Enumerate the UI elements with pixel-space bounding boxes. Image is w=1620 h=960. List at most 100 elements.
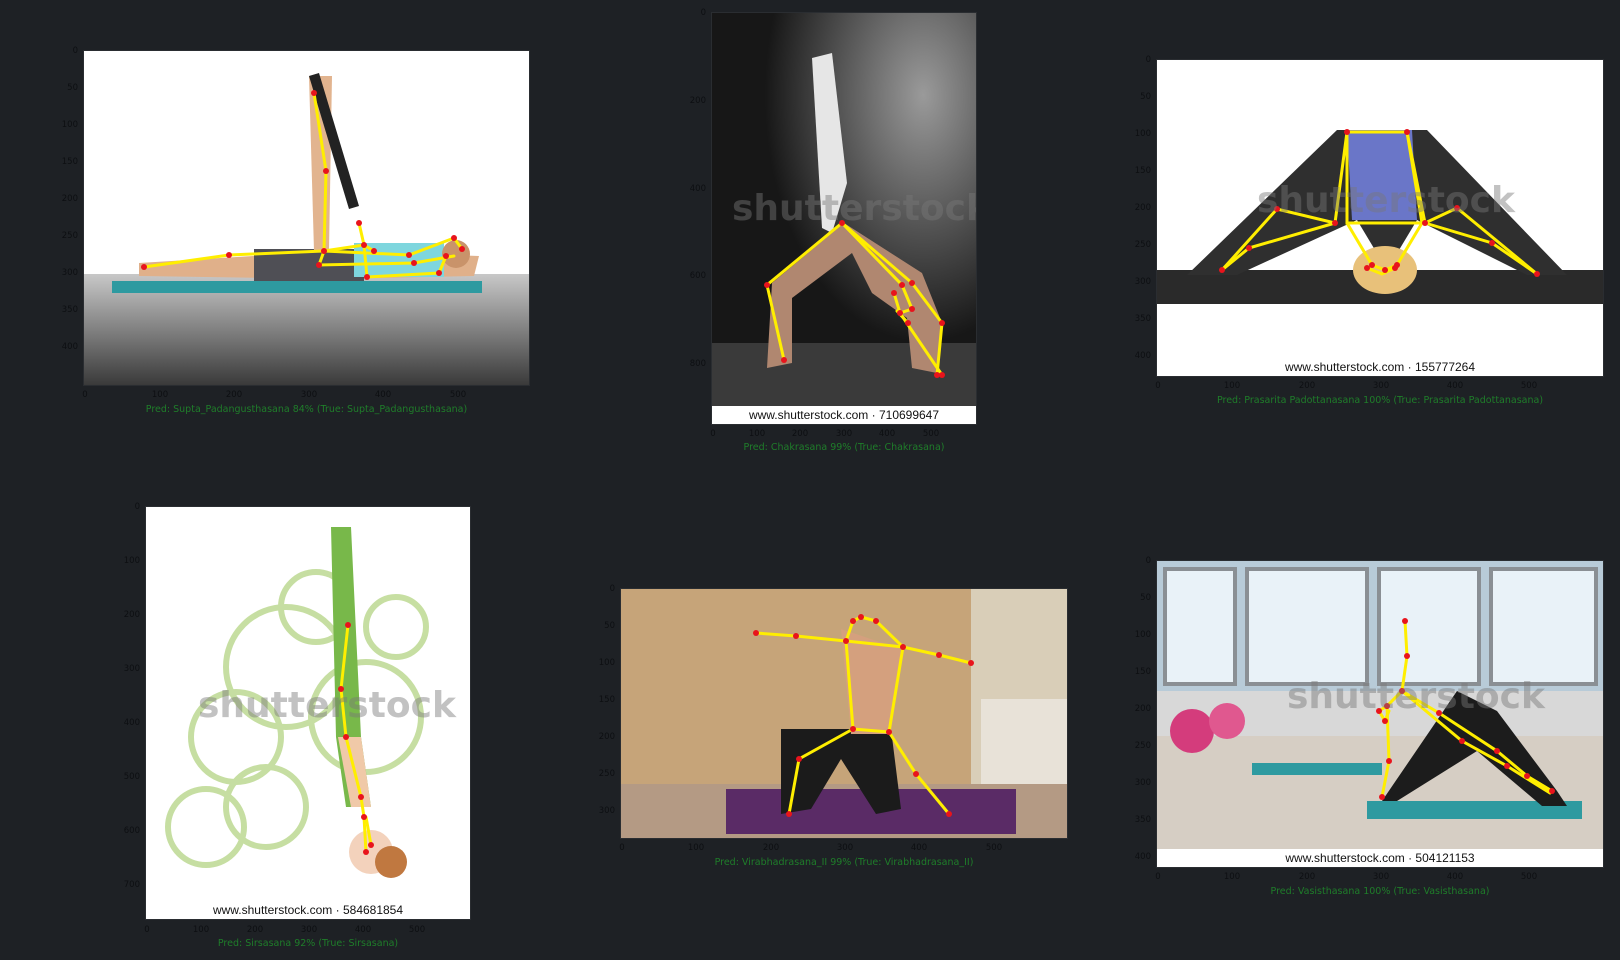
y-tick: 800 <box>689 359 706 369</box>
y-tick: 100 <box>61 120 78 130</box>
x-tick: 500 <box>1520 872 1538 882</box>
pose-skeleton-4 <box>165 527 429 878</box>
pose-image-5 <box>620 588 1068 839</box>
y-tick: 250 <box>598 769 615 779</box>
x-tick: 200 <box>1298 381 1316 391</box>
pose-skeleton-1 <box>84 73 529 385</box>
prediction-caption: Pred: Vasisthasana 100% (True: Vasisthas… <box>1270 886 1490 897</box>
y-tick: 200 <box>1134 203 1151 213</box>
y-tick: 400 <box>61 342 78 352</box>
y-tick: 200 <box>689 96 706 106</box>
x-tick: 200 <box>791 429 809 439</box>
stock-url: www.shutterstock.com · 710699647 <box>712 406 976 424</box>
x-tick: 0 <box>1155 872 1161 882</box>
x-tick: 100 <box>192 925 210 935</box>
x-tick: 500 <box>1520 381 1538 391</box>
y-tick: 300 <box>123 664 140 674</box>
y-tick: 150 <box>61 157 78 167</box>
x-tick: 300 <box>300 925 318 935</box>
x-tick: 300 <box>836 843 854 853</box>
y-tick: 0 <box>1145 556 1151 566</box>
x-tick: 300 <box>300 390 318 400</box>
pose-skeleton-3 <box>1157 129 1603 304</box>
stock-url: www.shutterstock.com · 504121153 <box>1157 849 1603 867</box>
y-tick: 350 <box>61 305 78 315</box>
y-tick: 700 <box>123 880 140 890</box>
y-tick: 0 <box>700 8 706 18</box>
y-tick: 100 <box>1134 630 1151 640</box>
y-tick: 0 <box>134 502 140 512</box>
x-tick: 0 <box>1155 381 1161 391</box>
y-tick: 150 <box>598 695 615 705</box>
y-tick: 0 <box>609 584 615 594</box>
pose-skeleton-5 <box>621 589 1067 838</box>
y-tick: 50 <box>1140 92 1151 102</box>
pose-image-1 <box>83 50 530 386</box>
y-tick: 400 <box>1134 852 1151 862</box>
pose-image-3: shutterstock www.shutterstock.com · 1557… <box>1156 59 1604 377</box>
y-tick: 300 <box>598 806 615 816</box>
x-tick: 500 <box>985 843 1003 853</box>
x-tick: 300 <box>835 429 853 439</box>
pose-image-6: shutterstock www.shutterstock.com · 5041… <box>1156 560 1604 868</box>
x-tick: 500 <box>449 390 467 400</box>
y-tick: 350 <box>1134 314 1151 324</box>
y-tick: 600 <box>123 826 140 836</box>
x-tick: 0 <box>144 925 150 935</box>
y-tick: 200 <box>598 732 615 742</box>
x-tick: 400 <box>878 429 896 439</box>
prediction-caption: Pred: Prasarita Padottanasana 100% (True… <box>1216 395 1544 406</box>
x-tick: 500 <box>408 925 426 935</box>
y-tick: 500 <box>123 772 140 782</box>
y-tick: 350 <box>1134 815 1151 825</box>
y-tick: 100 <box>1134 129 1151 139</box>
y-tick: 100 <box>123 556 140 566</box>
x-tick: 200 <box>762 843 780 853</box>
x-tick: 500 <box>922 429 940 439</box>
y-tick: 150 <box>1134 667 1151 677</box>
pose-image-4: shutterstock www.shutterstock.com · 5846… <box>145 506 471 920</box>
pose-skeleton-6 <box>1157 561 1603 851</box>
x-tick: 200 <box>1298 872 1316 882</box>
y-tick: 300 <box>1134 277 1151 287</box>
pose-skeleton-2 <box>712 13 976 424</box>
y-tick: 200 <box>1134 704 1151 714</box>
x-tick: 100 <box>687 843 705 853</box>
y-tick: 250 <box>1134 741 1151 751</box>
x-tick: 0 <box>619 843 625 853</box>
y-tick: 50 <box>67 83 78 93</box>
x-tick: 200 <box>246 925 264 935</box>
y-tick: 150 <box>1134 166 1151 176</box>
y-tick: 50 <box>604 621 615 631</box>
y-tick: 300 <box>61 268 78 278</box>
x-tick: 300 <box>1372 381 1390 391</box>
x-tick: 100 <box>1223 381 1241 391</box>
prediction-caption: Pred: Virabhadrasana_II 99% (True: Virab… <box>714 857 974 868</box>
prediction-caption: Pred: Sirsasana 92% (True: Sirsasana) <box>217 938 399 949</box>
x-tick: 400 <box>910 843 928 853</box>
x-tick: 300 <box>1372 872 1390 882</box>
y-tick: 600 <box>689 271 706 281</box>
x-tick: 400 <box>1446 872 1464 882</box>
y-tick: 0 <box>1145 55 1151 65</box>
y-tick: 50 <box>1140 593 1151 603</box>
stock-url: www.shutterstock.com · 155777264 <box>1157 358 1603 376</box>
y-tick: 250 <box>61 231 78 241</box>
y-tick: 400 <box>123 718 140 728</box>
prediction-caption: Pred: Supta_Padangusthasana 84% (True: S… <box>145 404 468 415</box>
x-tick: 0 <box>82 390 88 400</box>
x-tick: 100 <box>151 390 169 400</box>
y-tick: 250 <box>1134 240 1151 250</box>
y-tick: 300 <box>1134 778 1151 788</box>
y-tick: 200 <box>123 610 140 620</box>
y-tick: 400 <box>689 184 706 194</box>
x-tick: 100 <box>748 429 766 439</box>
x-tick: 200 <box>225 390 243 400</box>
y-tick: 0 <box>72 46 78 56</box>
x-tick: 400 <box>354 925 372 935</box>
y-tick: 100 <box>598 658 615 668</box>
stock-url: www.shutterstock.com · 584681854 <box>146 901 470 919</box>
y-tick: 200 <box>61 194 78 204</box>
pose-image-2: shutterstock www.shutterstock.com · 7106… <box>711 12 977 425</box>
x-tick: 100 <box>1223 872 1241 882</box>
